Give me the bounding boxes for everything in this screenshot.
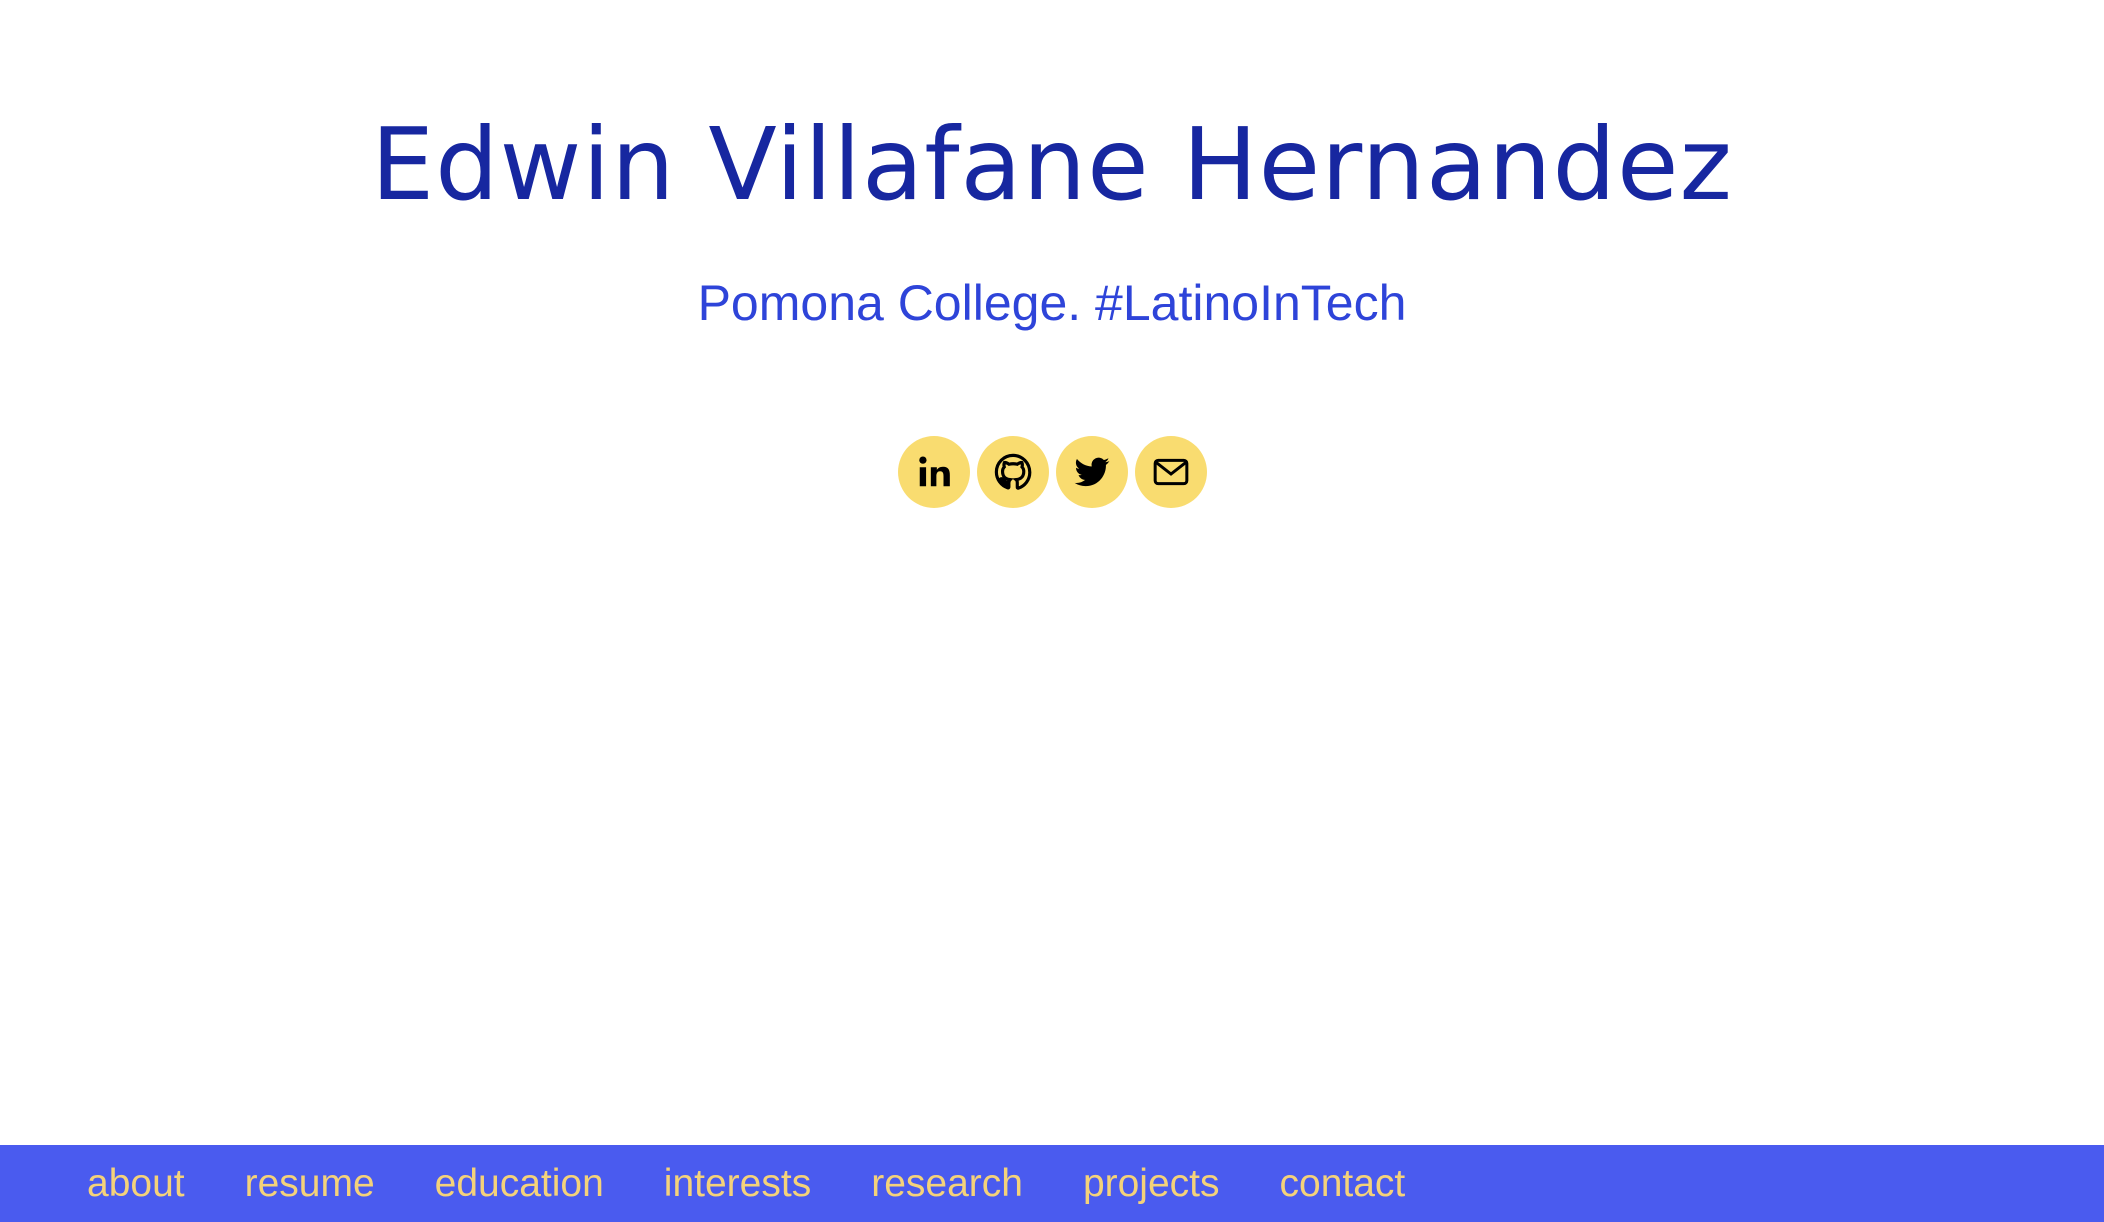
nav-resume[interactable]: resume (245, 1162, 375, 1206)
nav-research[interactable]: research (871, 1162, 1023, 1206)
email-button[interactable] (1134, 436, 1207, 508)
linkedin-icon (918, 456, 950, 487)
hero-section: Edwin Villafane Hernandez Pomona College… (0, 0, 2104, 1144)
page-title: Edwin Villafane Hernandez (370, 106, 1733, 223)
nav-contact[interactable]: contact (1280, 1162, 1406, 1206)
github-button[interactable] (976, 436, 1049, 508)
nav-interests[interactable]: interests (664, 1162, 811, 1206)
linkedin-button[interactable] (897, 436, 970, 508)
envelope-icon (1153, 458, 1188, 486)
nav-projects[interactable]: projects (1083, 1162, 1220, 1206)
github-icon (994, 453, 1031, 490)
tagline: Pomona College. #LatinoInTech (697, 275, 1407, 331)
nav-about[interactable]: about (87, 1162, 185, 1206)
nav-education[interactable]: education (435, 1162, 604, 1206)
twitter-button[interactable] (1055, 436, 1128, 508)
social-links (0, 436, 2104, 508)
twitter-icon (1074, 457, 1109, 487)
bottom-navbar: about resume education interests researc… (0, 1145, 2104, 1222)
